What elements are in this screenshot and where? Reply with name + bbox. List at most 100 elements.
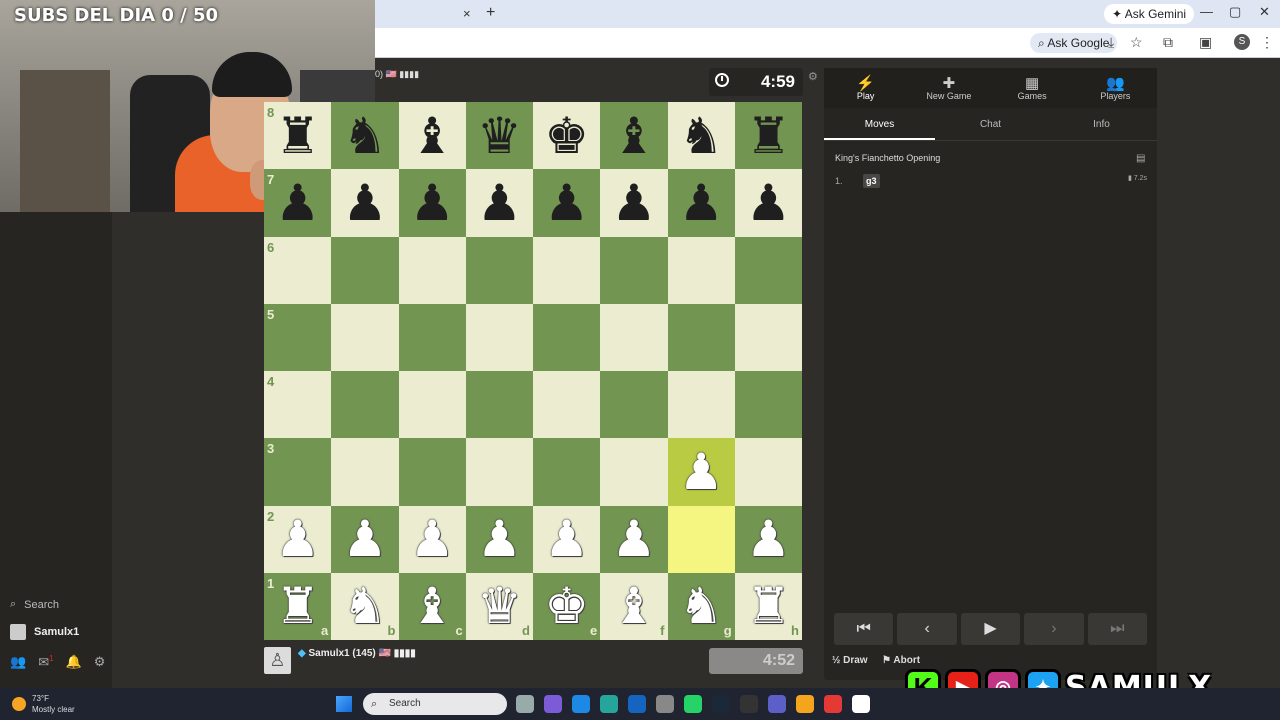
profile-avatar[interactable]: S [1234,34,1250,50]
square-g3[interactable]: ♟ [667,438,735,506]
friends-icon[interactable]: 👥 [10,654,26,670]
square-g4[interactable] [667,371,735,439]
black-pawn-piece[interactable]: ♟ [331,169,398,236]
square-b5[interactable] [331,303,399,371]
black-pawn-piece[interactable]: ♟ [399,169,466,236]
square-e7[interactable]: ♟ [533,169,601,237]
square-a5[interactable]: 5 [264,303,332,371]
black-pawn-piece[interactable]: ♟ [600,169,667,236]
square-g2[interactable] [667,505,735,573]
black-queen-piece[interactable]: ♛ [466,102,533,169]
subtab-info[interactable]: Info [1046,111,1157,140]
square-a3[interactable]: 3 [264,438,332,506]
white-pawn-piece[interactable]: ♟ [466,506,533,573]
next-move-button[interactable]: › [1024,613,1084,645]
square-e4[interactable] [533,371,601,439]
minimize-icon[interactable]: — [1200,4,1213,19]
clipboard-icon[interactable]: ▤ [1136,153,1145,164]
square-g7[interactable]: ♟ [667,169,735,237]
white-pawn-piece[interactable]: ♟ [735,506,802,573]
bookmark-star-icon[interactable]: ☆ [1130,34,1143,51]
square-g6[interactable] [667,236,735,304]
square-a2[interactable]: 2 ♟ [264,505,332,573]
extensions-icon[interactable]: ⧉ [1163,34,1173,51]
square-b6[interactable] [331,236,399,304]
black-pawn-piece[interactable]: ♟ [533,169,600,236]
copilot-icon[interactable] [544,695,562,713]
sidepanel-icon[interactable]: ▣ [1199,34,1212,51]
square-g5[interactable] [667,303,735,371]
square-f6[interactable] [600,236,668,304]
black-pawn-piece[interactable]: ♟ [668,169,735,236]
maximize-icon[interactable]: ▢ [1229,4,1241,20]
install-icon[interactable]: ⤓ [1108,34,1114,51]
last-move-button[interactable]: ⏭ [1087,613,1148,645]
white-pawn-piece[interactable]: ♟ [533,506,600,573]
taskbar-search[interactable]: ⌕ Search [363,693,507,715]
black-rook-piece[interactable]: ♜ [735,102,802,169]
callofduty-icon[interactable] [740,695,758,713]
white-king-piece[interactable]: ♚ [533,573,600,640]
draw-button[interactable]: ½ Draw [832,655,868,666]
windows-start-icon[interactable] [336,696,352,712]
sidebar-user[interactable]: Samulx1 [10,624,79,640]
square-d4[interactable] [465,371,533,439]
first-move-button[interactable]: ⏮ [834,613,894,645]
black-pawn-piece[interactable]: ♟ [735,169,802,236]
square-a8[interactable]: 8 ♜ [264,102,332,170]
square-c5[interactable] [398,303,466,371]
white-knight-piece[interactable]: ♞ [331,573,398,640]
square-b2[interactable]: ♟ [331,505,399,573]
square-h8[interactable]: ♜ [734,102,802,170]
subtab-moves[interactable]: Moves [824,111,935,140]
square-c1[interactable]: c ♝ [398,572,466,640]
black-knight-piece[interactable]: ♞ [331,102,398,169]
square-a1[interactable]: 1 a ♜ [264,572,332,640]
white-pawn-piece[interactable]: ♟ [331,506,398,573]
square-b7[interactable]: ♟ [331,169,399,237]
square-h7[interactable]: ♟ [734,169,802,237]
square-a4[interactable]: 4 [264,371,332,439]
white-pawn-piece[interactable]: ♟ [668,438,735,505]
tab-players[interactable]: 👥 Players [1074,68,1157,108]
chess-board[interactable]: 8 ♜ ♞ ♝ ♛ ♚ ♝ ♞ ♜ 7 ♟ ♟ ♟ ♟ ♟ ♟ ♟ ♟ 6 5 4 3 ♟ 2 ♟ ♟ ♟ ♟ ♟ ♟ ♟ 1 a ♜ b ♞ c ♝ d ♛… [264,102,802,640]
square-g1[interactable]: g ♞ [667,572,735,640]
black-rook-piece[interactable]: ♜ [264,102,331,169]
ask-google-button[interactable]: ⌕ Ask Google [1030,33,1118,53]
square-d6[interactable] [465,236,533,304]
subtab-chat[interactable]: Chat [935,111,1046,140]
menu-kebab-icon[interactable]: ⋮ [1260,34,1274,51]
square-e6[interactable] [533,236,601,304]
square-e3[interactable] [533,438,601,506]
close-window-icon[interactable]: ✕ [1259,4,1270,20]
prev-move-button[interactable]: ‹ [897,613,957,645]
weather-widget[interactable]: 73°F Mostly clear [12,693,75,715]
bell-icon[interactable]: 🔔 [66,654,82,670]
white-pawn-piece[interactable]: ♟ [600,506,667,573]
ask-gemini-button[interactable]: ✦ Ask Gemini [1104,4,1195,24]
square-g8[interactable]: ♞ [667,102,735,170]
tab-games[interactable]: ▦ Games [991,68,1074,108]
tab-close-icon[interactable]: × [463,6,471,21]
square-f2[interactable]: ♟ [600,505,668,573]
black-king-piece[interactable]: ♚ [533,102,600,169]
chrome-icon[interactable] [852,695,870,713]
square-f1[interactable]: f ♝ [600,572,668,640]
square-b8[interactable]: ♞ [331,102,399,170]
teams-icon[interactable] [768,695,786,713]
square-c7[interactable]: ♟ [398,169,466,237]
white-rook-piece[interactable]: ♜ [735,573,802,640]
square-d2[interactable]: ♟ [465,505,533,573]
sidebar-search[interactable]: ⌕ Search [10,598,59,611]
player-name[interactable]: ◆ Samulx1 (145) 🇺🇸 ▮▮▮▮ [298,648,416,659]
square-h1[interactable]: h ♜ [734,572,802,640]
move-white[interactable]: g3 [863,174,880,188]
square-h3[interactable] [734,438,802,506]
board-settings-icon[interactable]: ⚙ [808,70,818,83]
square-f5[interactable] [600,303,668,371]
white-knight-piece[interactable]: ♞ [668,573,735,640]
square-e2[interactable]: ♟ [533,505,601,573]
app-icon[interactable] [600,695,618,713]
square-c6[interactable] [398,236,466,304]
square-f4[interactable] [600,371,668,439]
